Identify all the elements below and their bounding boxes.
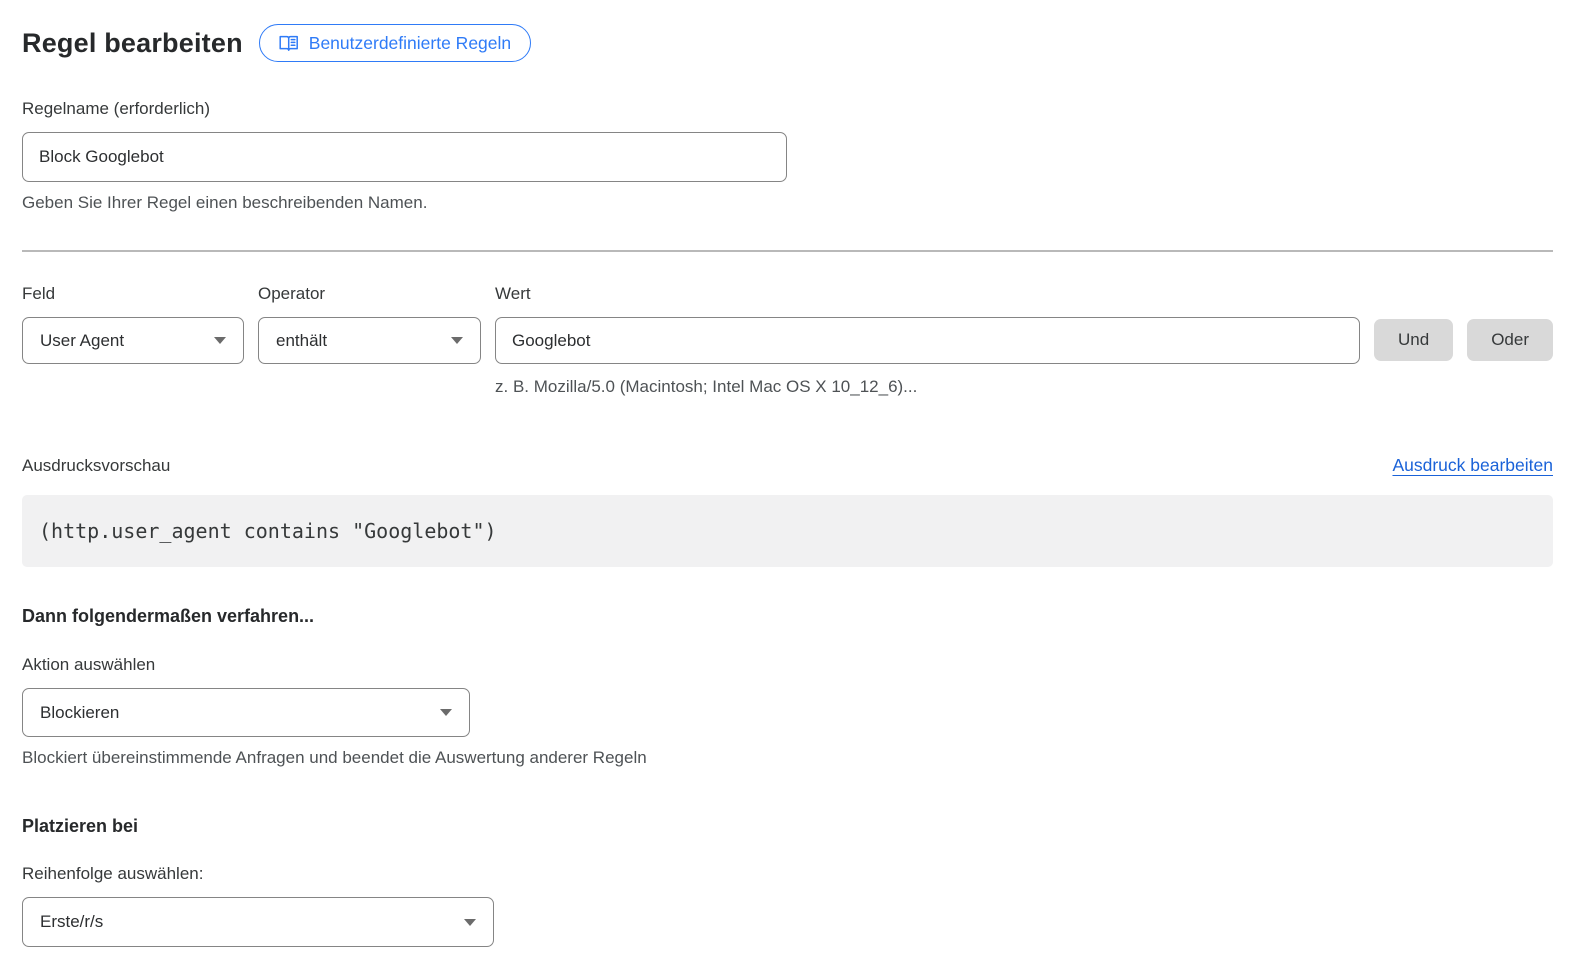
- edit-expression-link[interactable]: Ausdruck bearbeiten: [1392, 455, 1553, 476]
- page-header: Regel bearbeiten Benutzerdefinierte Rege…: [22, 24, 1553, 62]
- expression-code: (http.user_agent contains "Googlebot"): [39, 519, 497, 543]
- operator-select[interactable]: enthält: [258, 317, 481, 364]
- field-label: Feld: [22, 281, 244, 307]
- value-label: Wert: [495, 281, 1360, 307]
- chevron-down-icon: [464, 919, 476, 926]
- operator-selected-value: enthält: [276, 331, 327, 351]
- action-section: Dann folgendermaßen verfahren... Aktion …: [22, 606, 1553, 769]
- rule-name-input[interactable]: [22, 132, 787, 182]
- expression-preview-block: (http.user_agent contains "Googlebot"): [22, 495, 1553, 567]
- action-label: Aktion auswählen: [22, 652, 1553, 678]
- chevron-down-icon: [214, 337, 226, 344]
- value-column: Wert z. B. Mozilla/5.0 (Macintosh; Intel…: [495, 281, 1360, 398]
- rule-name-help: Geben Sie Ihrer Regel einen beschreibend…: [22, 192, 1553, 214]
- condition-row: Feld User Agent Operator enthält Wert z.…: [22, 281, 1553, 398]
- placement-heading: Platzieren bei: [22, 816, 1553, 837]
- action-selected-value: Blockieren: [40, 703, 119, 723]
- chevron-down-icon: [440, 709, 452, 716]
- chevron-down-icon: [451, 337, 463, 344]
- value-help: z. B. Mozilla/5.0 (Macintosh; Intel Mac …: [495, 376, 1360, 398]
- field-select[interactable]: User Agent: [22, 317, 244, 364]
- operator-label: Operator: [258, 281, 481, 307]
- page-title: Regel bearbeiten: [22, 28, 243, 59]
- custom-rules-badge-button[interactable]: Benutzerdefinierte Regeln: [259, 24, 531, 62]
- operator-column: Operator enthält: [258, 281, 481, 364]
- action-select[interactable]: Blockieren: [22, 688, 470, 737]
- or-button[interactable]: Oder: [1467, 319, 1553, 361]
- rule-name-label: Regelname (erforderlich): [22, 96, 1553, 122]
- open-book-icon: [279, 35, 299, 52]
- value-input[interactable]: [495, 317, 1360, 364]
- field-column: Feld User Agent: [22, 281, 244, 364]
- placement-section: Platzieren bei Reihenfolge auswählen: Er…: [22, 816, 1553, 947]
- rule-name-section: Regelname (erforderlich) Geben Sie Ihrer…: [22, 96, 1553, 214]
- action-help: Blockiert übereinstimmende Anfragen und …: [22, 747, 1553, 769]
- and-button[interactable]: Und: [1374, 319, 1453, 361]
- expression-header: Ausdrucksvorschau Ausdruck bearbeiten: [22, 455, 1553, 476]
- action-heading: Dann folgendermaßen verfahren...: [22, 606, 1553, 627]
- section-divider: [22, 250, 1553, 252]
- expression-preview-label: Ausdrucksvorschau: [22, 456, 170, 476]
- placement-label: Reihenfolge auswählen:: [22, 861, 1553, 887]
- field-selected-value: User Agent: [40, 331, 124, 351]
- placement-selected-value: Erste/r/s: [40, 912, 103, 932]
- custom-rules-badge-label: Benutzerdefinierte Regeln: [309, 33, 511, 54]
- placement-order-select[interactable]: Erste/r/s: [22, 897, 494, 947]
